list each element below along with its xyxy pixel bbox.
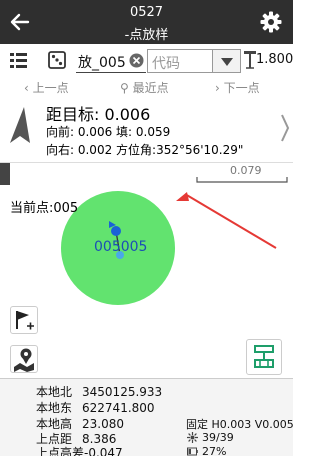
code-input[interactable]: 代码: [147, 49, 213, 73]
point-name-value: 放_005: [78, 55, 126, 71]
satellite-count: 39/39: [202, 431, 234, 444]
north-row: 本地北 3450125.933: [36, 383, 162, 400]
map-scale-label: 0.079: [230, 164, 262, 177]
target-point-label: 005005: [94, 239, 148, 255]
antenna-height-value[interactable]: 1.800: [256, 52, 293, 67]
east-label: 本地东: [36, 401, 73, 415]
dice-icon[interactable]: [48, 51, 66, 69]
map-scale-bar: [196, 177, 288, 183]
stakeout-toolbar: 放_005 代码 1.800: [0, 45, 293, 75]
right-azimuth-readout: 向右: 0.002 方位角:352°56'10.29": [46, 143, 244, 157]
prev-point-button[interactable]: ‹ 上一点: [24, 79, 69, 96]
current-point-label: 当前点:005: [10, 201, 79, 216]
fix-status: 固定 H0.003 V0.005: [186, 418, 294, 431]
annotation-arrow-head: [176, 192, 189, 201]
elevation-value: 23.080: [82, 417, 125, 431]
project-name: 0527: [129, 5, 164, 20]
location-pin-icon: ⚲: [120, 81, 129, 95]
prev-point-label: 上一点: [32, 81, 69, 95]
code-placeholder: 代码: [152, 56, 180, 72]
next-point-button[interactable]: › 下一点: [215, 79, 260, 96]
side-panel-tab-icon[interactable]: [0, 163, 10, 185]
map-location-icon: [14, 348, 34, 372]
page-title: -点放样: [124, 28, 169, 43]
gear-icon[interactable]: [259, 10, 283, 34]
coordinate-info-panel: 本地北 3450125.933 本地东 622741.800 本地高 23.080 上…: [0, 378, 294, 456]
prev-height-diff-row: 上点高差-0.047: [36, 446, 123, 456]
stake-point-button[interactable]: [246, 339, 282, 375]
annotation-arrow-line: [184, 193, 277, 249]
title-bar: 0527 -点放样: [0, 0, 293, 44]
panel-expand-chevron-icon[interactable]: [280, 113, 290, 143]
stake-record-icon: [254, 345, 274, 368]
point-name-field[interactable]: 放_005: [76, 49, 146, 73]
guidance-panel: 距目标: 0.006 向前: 0.006 填: 0.059 向右: 0.002 …: [0, 99, 293, 161]
east-value: 622741.800: [82, 401, 155, 415]
north-value: 3450125.933: [82, 385, 163, 399]
clear-icon[interactable]: [129, 53, 144, 68]
north-label: 本地北: [36, 385, 73, 399]
point-navigation: ‹ 上一点 ⚲ 最近点 › 下一点: [0, 78, 293, 96]
flag-plus-icon: [16, 311, 34, 330]
satellite-status: 39/39: [187, 431, 234, 444]
battery-status: 27%: [187, 445, 226, 456]
map-view-button[interactable]: [10, 345, 38, 373]
distance-to-target: 距目标: 0.006: [46, 105, 151, 124]
nearest-point-button[interactable]: ⚲ 最近点: [120, 79, 169, 96]
current-position-marker: [111, 226, 121, 236]
point-list-icon[interactable]: [10, 52, 27, 69]
antenna-pole-icon[interactable]: [243, 50, 257, 70]
east-row: 本地东 622741.800: [36, 399, 155, 416]
battery-icon: [187, 447, 198, 456]
chevron-left-icon: ‹: [24, 81, 29, 95]
direction-arrow-icon: [10, 107, 30, 143]
chevron-right-icon: ›: [215, 81, 220, 95]
add-flag-button[interactable]: [10, 306, 38, 334]
next-point-label: 下一点: [223, 81, 260, 95]
stakeout-map[interactable]: 0.079 当前点:005 005005: [0, 162, 293, 378]
code-dropdown-button[interactable]: [213, 49, 241, 73]
satellite-icon: [187, 432, 198, 443]
nearest-point-label: 最近点: [132, 81, 169, 95]
battery-level: 27%: [202, 445, 227, 456]
dropdown-triangle-icon: [221, 58, 233, 66]
forward-fill-readout: 向前: 0.006 填: 0.059: [46, 125, 171, 139]
